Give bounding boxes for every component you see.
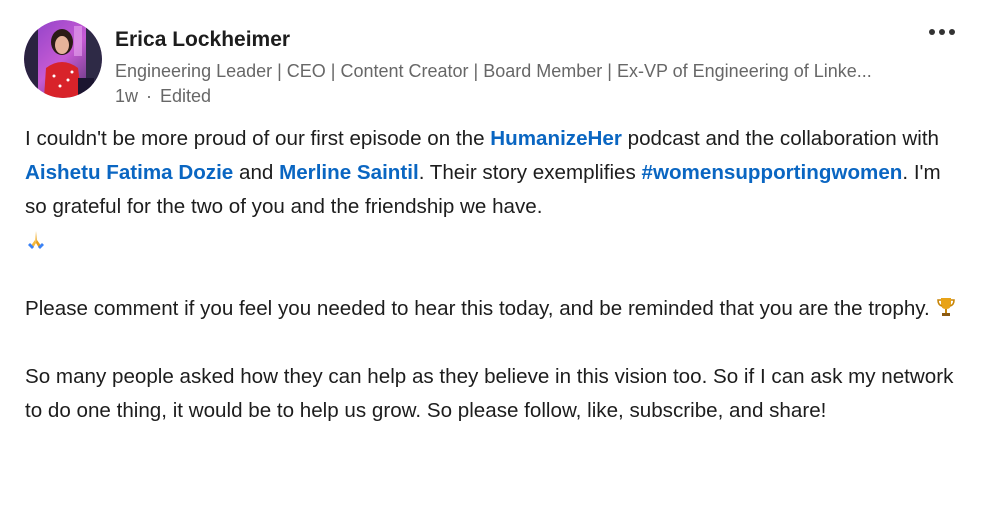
post-text: I couldn't be more proud of our first ep… xyxy=(25,127,491,150)
folded-hands-icon xyxy=(28,231,44,249)
post-paragraph: So many people asked how they can help a… xyxy=(25,365,954,422)
trophy-icon xyxy=(936,298,955,316)
post-paragraph: Please comment if you feel you needed to… xyxy=(25,292,965,326)
post-time: 1w xyxy=(115,86,139,106)
feed-post: Erica Lockheimer Engineering Leader | CE… xyxy=(0,0,982,510)
author-name[interactable]: Erica Lockheimer xyxy=(115,28,290,52)
more-options-icon-dot xyxy=(939,29,945,35)
post-text: Please comment if you feel you needed to… xyxy=(25,297,930,320)
edited-label: Edited xyxy=(160,86,212,106)
mention-aishetu[interactable]: Aishetu Fatima Dozie xyxy=(25,161,233,184)
more-options-icon xyxy=(929,29,935,35)
post-meta: 1w · Edited xyxy=(115,86,211,107)
hashtag-link[interactable]: #womensupportingwomen xyxy=(642,161,903,184)
more-options-icon-dot xyxy=(949,29,955,35)
post-paragraph: I couldn't be more proud of our first ep… xyxy=(25,122,965,258)
author-avatar[interactable] xyxy=(24,20,102,98)
mention-merline[interactable]: Merline Saintil xyxy=(279,161,419,184)
author-headline: Engineering Leader | CEO | Content Creat… xyxy=(115,61,872,81)
post-text: and xyxy=(233,161,280,184)
post-text: . Their story exemplifies xyxy=(418,161,642,184)
meta-separator: · xyxy=(146,86,153,106)
podcast-link[interactable]: HumanizeHer xyxy=(490,127,622,150)
more-options-button[interactable] xyxy=(918,18,966,46)
post-body: I couldn't be more proud of our first ep… xyxy=(25,122,965,428)
post-text: podcast and the collaboration with xyxy=(621,127,940,150)
